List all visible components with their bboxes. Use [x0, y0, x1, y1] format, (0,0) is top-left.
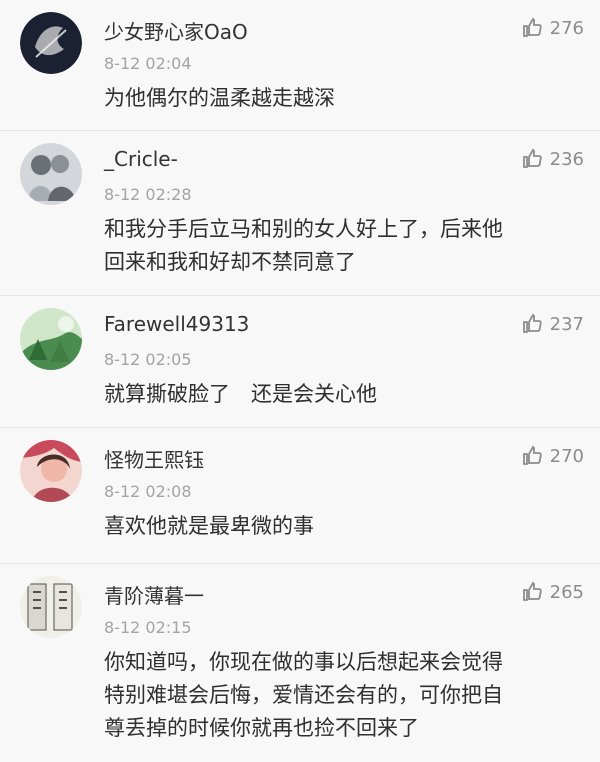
- green-scene-avatar-icon: [20, 308, 82, 370]
- comment-item: 怪物王熙钰 8-12 02:08 喜欢他就是最卑微的事 270: [0, 428, 600, 564]
- dark-avatar-icon: [20, 12, 82, 74]
- thumbs-up-icon: [522, 313, 542, 333]
- like-count: 276: [549, 17, 584, 39]
- like-count: 237: [549, 313, 584, 335]
- username[interactable]: Farewell49313: [104, 312, 249, 336]
- username[interactable]: 怪物王熙钰: [104, 444, 204, 473]
- comment-text: 和我分手后立马和别的女人好上了，后来他 回来和我和好却不禁同意了: [104, 217, 503, 274]
- like-count: 236: [549, 148, 584, 170]
- avatar[interactable]: [20, 440, 82, 502]
- couple-photo-avatar-icon: [20, 143, 82, 205]
- comment-text: 喜欢他就是最卑微的事: [104, 514, 314, 538]
- comment-item: _Cricle- 8-12 02:28 和我分手后立马和别的女人好上了，后来他 …: [0, 131, 600, 296]
- book-cover-avatar-icon: [20, 576, 82, 638]
- comment-time: 8-12 02:08: [104, 482, 192, 501]
- like-button[interactable]: 236: [520, 147, 584, 171]
- comment-item: Farewell49313 8-12 02:05 就算撕破脸了 还是会关心他 2…: [0, 296, 600, 428]
- comment-text: 你知道吗，你现在做的事以后想起来会觉得 特别难堪会后悔，爱情还会有的，可你把自 …: [104, 650, 503, 740]
- thumbs-up-icon: [522, 148, 542, 168]
- avatar[interactable]: [20, 308, 82, 370]
- comment-time: 8-12 02:04: [104, 54, 192, 73]
- avatar[interactable]: [20, 12, 82, 74]
- username[interactable]: _Cricle-: [104, 147, 178, 171]
- like-button[interactable]: 265: [520, 580, 584, 604]
- comment-item: 青阶薄暮一 8-12 02:15 你知道吗，你现在做的事以后想起来会觉得 特别难…: [0, 564, 600, 762]
- like-count: 270: [549, 445, 584, 467]
- comment-text: 就算撕破脸了 还是会关心他: [104, 382, 377, 406]
- username[interactable]: 青阶薄暮一: [104, 580, 204, 609]
- comment-time: 8-12 02:15: [104, 618, 192, 637]
- like-button[interactable]: 276: [520, 16, 584, 40]
- like-button[interactable]: 237: [520, 312, 584, 336]
- portrait-avatar-icon: [20, 440, 82, 502]
- avatar[interactable]: [20, 143, 82, 205]
- comment-list: 少女野心家OaO 8-12 02:04 为他偶尔的温柔越走越深 276 _Cri…: [0, 0, 600, 762]
- comment-item: 少女野心家OaO 8-12 02:04 为他偶尔的温柔越走越深 276: [0, 0, 600, 131]
- comment-text: 为他偶尔的温柔越走越深: [104, 86, 335, 110]
- like-button[interactable]: 270: [520, 444, 584, 468]
- comment-time: 8-12 02:28: [104, 185, 192, 204]
- thumbs-up-icon: [522, 445, 542, 465]
- like-count: 265: [549, 581, 584, 603]
- thumbs-up-icon: [522, 17, 542, 37]
- comment-time: 8-12 02:05: [104, 350, 192, 369]
- avatar[interactable]: [20, 576, 82, 638]
- thumbs-up-icon: [522, 581, 542, 601]
- username[interactable]: 少女野心家OaO: [104, 16, 248, 45]
